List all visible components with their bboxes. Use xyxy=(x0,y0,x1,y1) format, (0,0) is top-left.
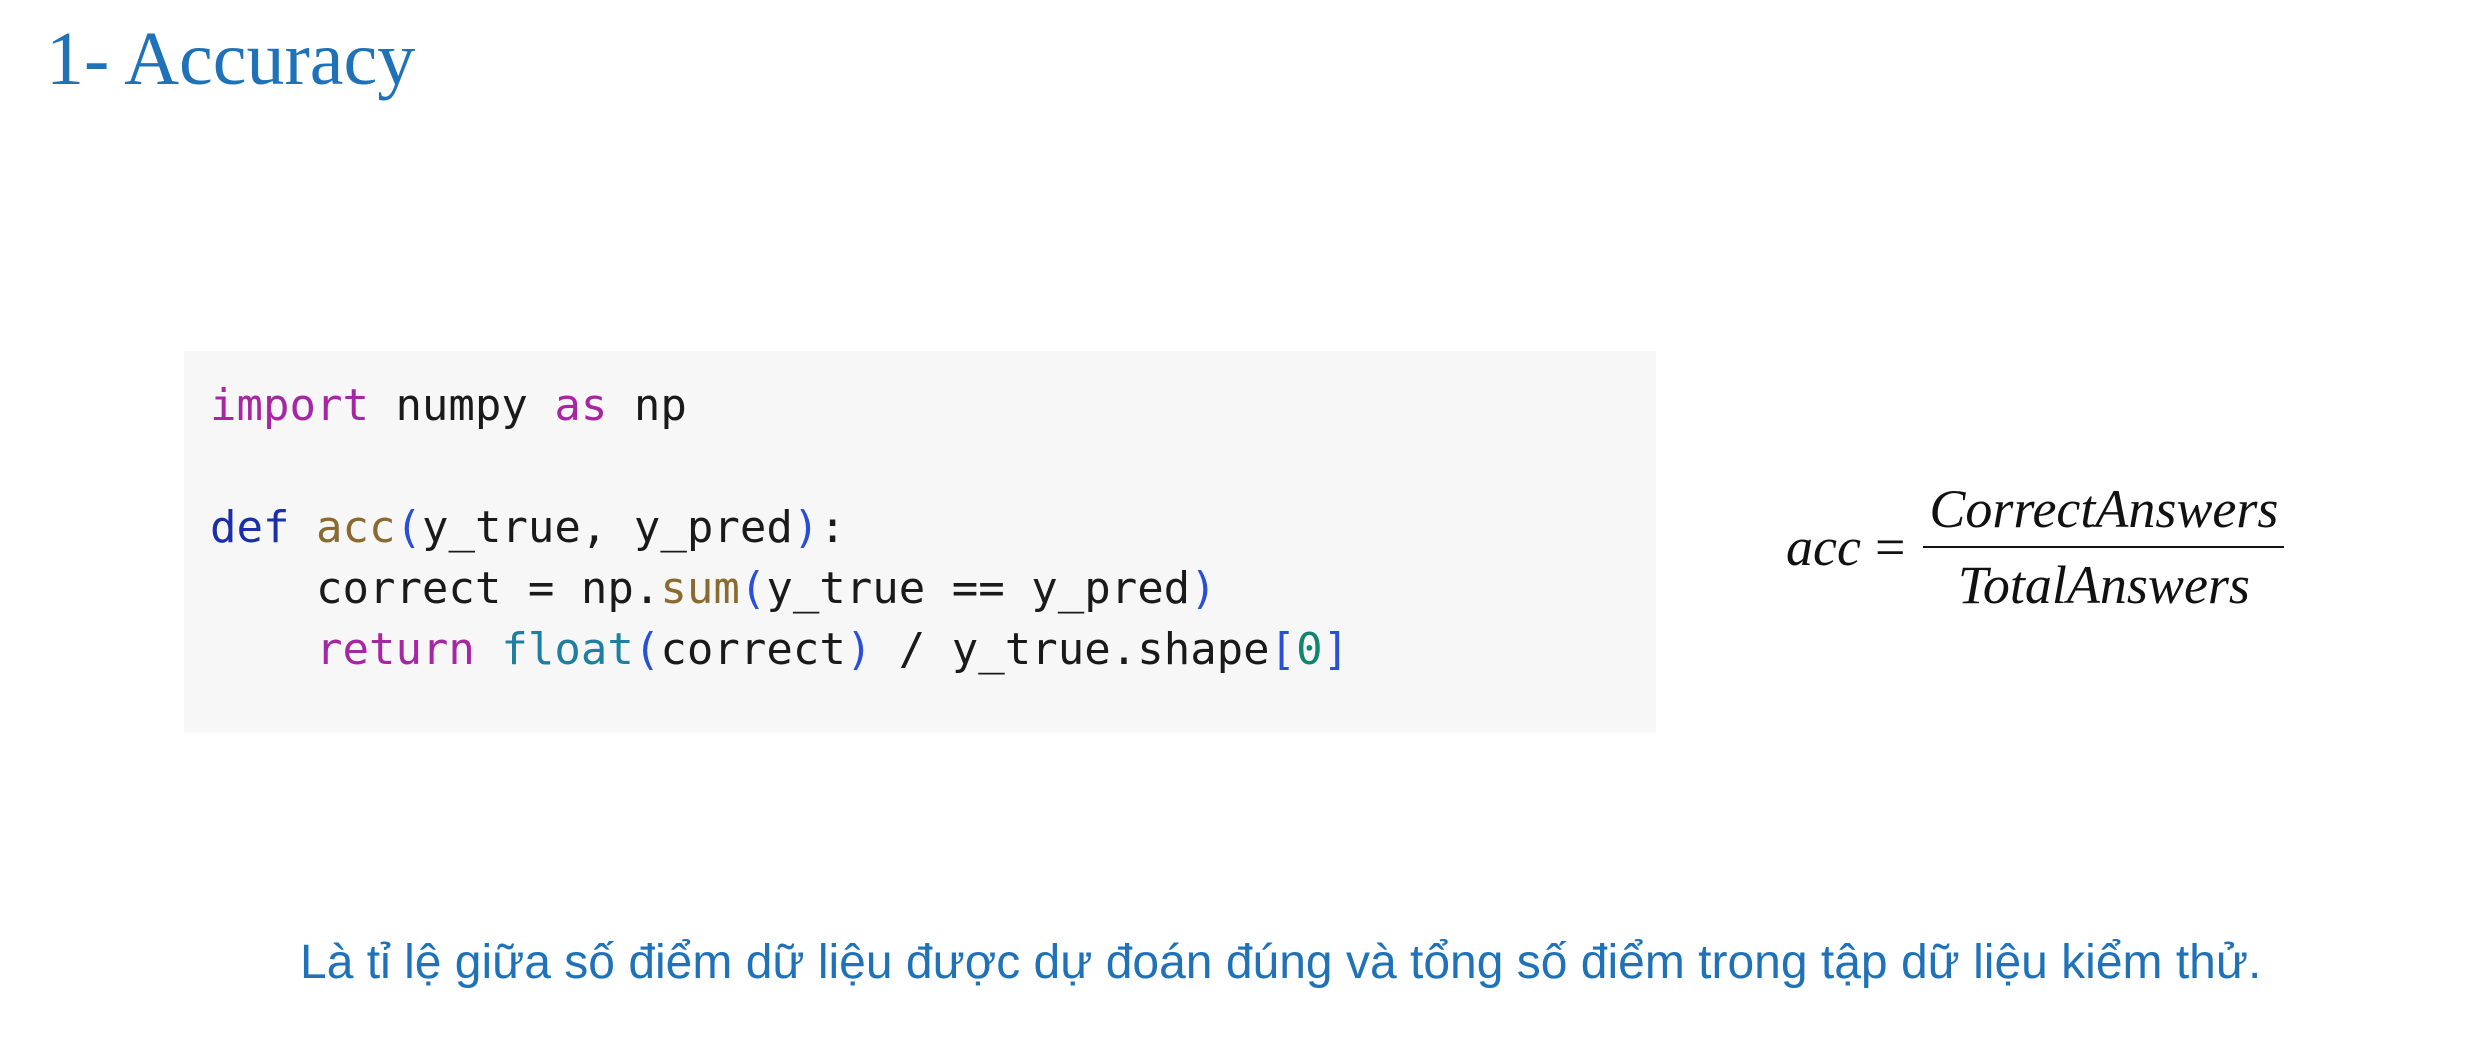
code-paren-close: ) xyxy=(845,624,873,675)
code-line-1: import numpy as np xyxy=(210,375,1630,436)
code-module: numpy xyxy=(368,380,555,431)
code-expression: / y_true.shape xyxy=(872,624,1270,675)
accuracy-formula: acc = CorrectAnswers TotalAnswers xyxy=(1786,478,2285,616)
code-keyword-return: return xyxy=(315,624,475,675)
code-call-sum: sum xyxy=(660,563,740,614)
code-function-name: acc xyxy=(315,502,396,553)
code-paren-close: ) xyxy=(1190,563,1217,614)
code-paren-open: ( xyxy=(633,624,661,675)
code-line-4: correct = np.sum(y_true == y_pred) xyxy=(210,558,1630,619)
code-block: import numpy as np def acc(y_true, y_pre… xyxy=(184,351,1656,733)
code-bracket-open: [ xyxy=(1269,624,1297,675)
code-args: y_true == y_pred xyxy=(766,563,1191,614)
code-keyword-def: def xyxy=(210,502,290,553)
code-keyword-import: import xyxy=(210,380,369,431)
code-colon: : xyxy=(819,502,846,553)
code-alias: np xyxy=(607,380,687,431)
formula-lhs: acc xyxy=(1786,517,1861,577)
slide-title: 1- Accuracy xyxy=(46,17,416,101)
code-paren-open: ( xyxy=(739,563,767,614)
code-arg: correct xyxy=(660,624,846,675)
code-line-5: return float(correct) / y_true.shape[0] xyxy=(210,619,1630,680)
formula-fraction: CorrectAnswers TotalAnswers xyxy=(1923,478,2285,616)
code-builtin-float: float xyxy=(501,624,634,675)
code-paren-close: ) xyxy=(792,502,820,553)
formula-numerator: CorrectAnswers xyxy=(1929,479,2279,539)
code-bracket-close: ] xyxy=(1322,624,1350,675)
code-line-3: def acc(y_true, y_pred): xyxy=(210,497,1630,558)
code-params: y_true, y_pred xyxy=(421,502,793,553)
code-assign: correct = np. xyxy=(315,563,661,614)
formula-equals: = xyxy=(1874,517,1906,577)
code-paren-open: ( xyxy=(395,502,422,553)
code-keyword-as: as xyxy=(554,380,608,431)
definition-caption: Là tỉ lệ giữa số điểm dữ liệu được dự đo… xyxy=(300,936,2262,989)
code-number: 0 xyxy=(1296,624,1323,675)
formula-denominator: TotalAnswers xyxy=(1957,555,2250,615)
